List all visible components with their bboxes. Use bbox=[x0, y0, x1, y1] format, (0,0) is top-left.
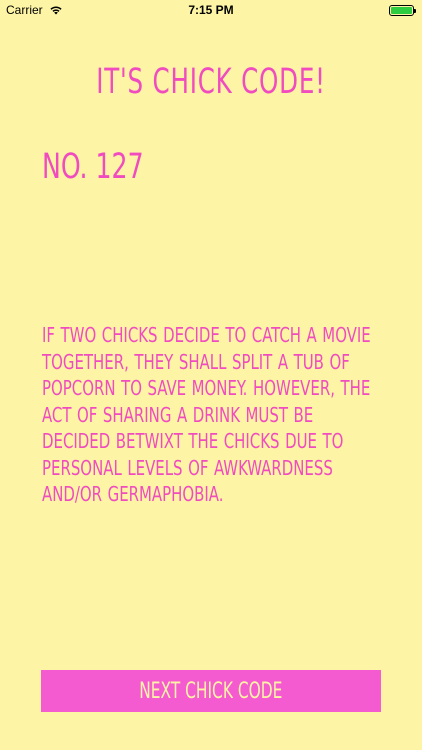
battery-icon bbox=[389, 5, 416, 16]
battery-level bbox=[391, 7, 412, 14]
code-text: IF TWO CHICKS DECIDE TO CATCH A MOVIE TO… bbox=[42, 323, 371, 506]
status-bar: Carrier 7:15 PM bbox=[0, 0, 422, 22]
status-time: 7:15 PM bbox=[188, 3, 234, 17]
next-button-label: NEXT CHICK CODE bbox=[139, 678, 283, 704]
page-title: IT'S CHICK CODE! bbox=[96, 62, 326, 102]
next-chick-code-button[interactable]: NEXT CHICK CODE bbox=[41, 670, 381, 712]
code-number: NO. 127 bbox=[42, 147, 144, 187]
